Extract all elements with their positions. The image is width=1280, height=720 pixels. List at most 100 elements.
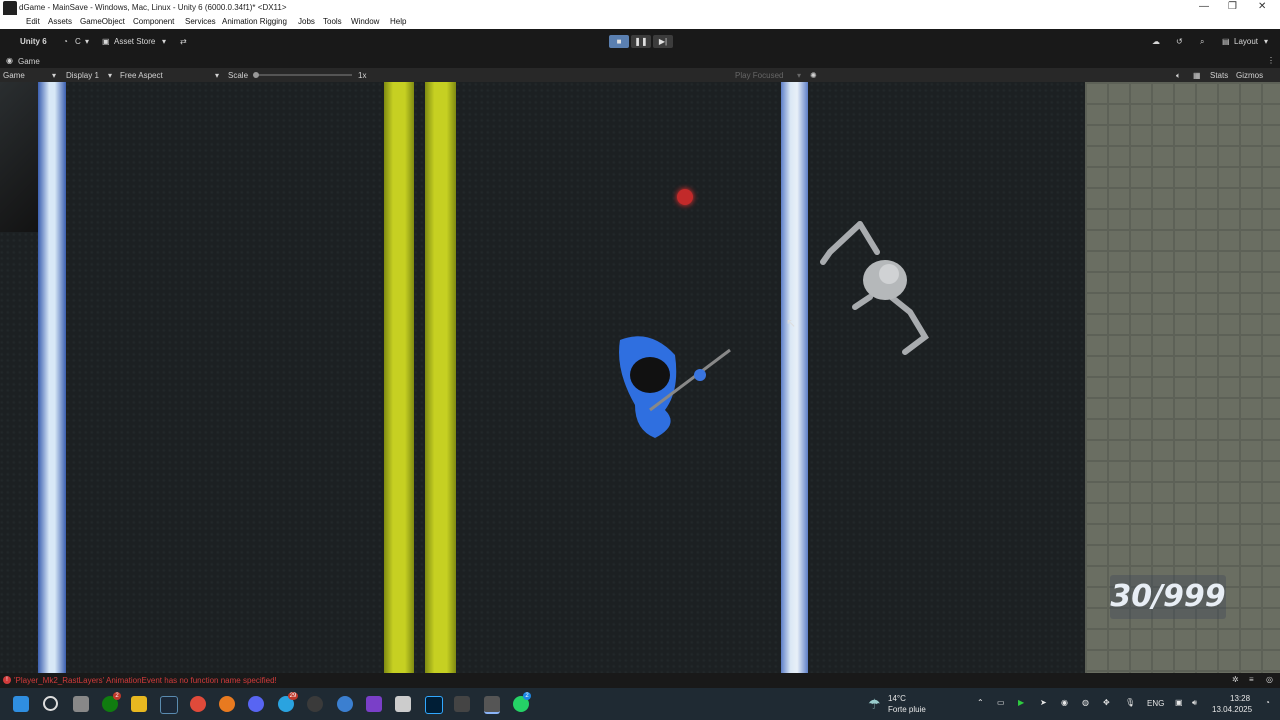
microphone-icon[interactable]: 🎙︎ [1125, 698, 1135, 707]
close-icon[interactable]: ✕ [1258, 1, 1266, 12]
account-dropdown[interactable]: C [75, 37, 81, 46]
weather-desc[interactable]: Forte pluie [888, 705, 926, 714]
menu-help[interactable]: Help [390, 17, 406, 26]
tray-play-icon[interactable]: ▶ [1018, 698, 1024, 707]
ammo-counter: 30/999 [1110, 575, 1226, 619]
speaker-icon[interactable]: 🔈︎ [1176, 71, 1181, 81]
windows-start-icon[interactable] [13, 696, 29, 712]
step-button[interactable]: ▶| [653, 35, 673, 48]
tray-steam-icon[interactable]: ◍ [1082, 698, 1089, 707]
game-view-toolbar: Game ▾ Display 1 ▾ Free Aspect ▾ Scale 1… [0, 68, 1280, 82]
account-icon[interactable]: ◔ [63, 37, 68, 46]
chevron-up-icon[interactable]: ⌃ [977, 698, 984, 707]
tray-app-icon[interactable]: ▭ [997, 698, 1005, 707]
menu-assets[interactable]: Assets [48, 17, 72, 26]
volume-icon[interactable]: 🔊︎ [1192, 698, 1197, 708]
visual-studio-icon[interactable] [366, 696, 382, 712]
mouse-cursor-icon: ↖ [786, 316, 797, 330]
lane-line-yellow-2 [425, 82, 456, 673]
aspect-dropdown[interactable]: Free Aspect [120, 71, 163, 80]
debug-icon[interactable]: ✲ [1232, 675, 1239, 684]
tray-app-icon[interactable]: ✥ [1103, 698, 1110, 707]
stats-icon: ▦ [1193, 71, 1201, 80]
restore-icon[interactable]: ❐ [1228, 1, 1237, 12]
play-button[interactable]: ■ [609, 35, 629, 48]
notifications-icon[interactable]: ◔ [1265, 698, 1270, 707]
game-tab-strip: ◉ Game ⋮ [0, 54, 1280, 68]
chevron-down-icon: ▾ [215, 71, 220, 80]
main-toolbar: Unity 6 ◔ C ▾ ▣ Asset Store ▾ ⇄ ■ ❚❚ ▶| … [0, 29, 1280, 54]
menu-animation-rigging[interactable]: Animation Rigging [222, 17, 287, 26]
asset-store-button[interactable]: Asset Store [114, 37, 155, 46]
chevron-down-icon: ▾ [162, 37, 167, 46]
discord-icon[interactable] [248, 696, 264, 712]
red-marker [677, 189, 693, 205]
search-icon[interactable]: ⌕ [1200, 37, 1204, 47]
layout-dropdown[interactable]: Layout [1234, 37, 1258, 46]
clock-date[interactable]: 13.04.2025 [1212, 705, 1252, 714]
steam-icon[interactable] [160, 696, 178, 714]
chevron-down-icon: ▾ [85, 37, 90, 46]
app-icon[interactable] [307, 696, 323, 712]
globe-icon[interactable] [337, 696, 353, 712]
history-icon[interactable]: ↺ [1176, 37, 1183, 46]
clock-time[interactable]: 13:28 [1230, 694, 1250, 703]
chevron-down-icon: ▾ [108, 71, 113, 80]
gizmos-button[interactable]: Gizmos [1236, 71, 1263, 80]
play-focus-dropdown[interactable]: Play Focused [735, 71, 783, 80]
scale-slider-handle[interactable] [253, 72, 259, 78]
display-dropdown[interactable]: Display 1 [66, 71, 99, 80]
console-message[interactable]: 'Player_Mk2_RastLayers' AnimationEvent h… [14, 676, 277, 685]
bug-icon[interactable]: ✺ [810, 71, 817, 80]
error-icon: ! [3, 676, 11, 684]
window-title: dGame - MainSave - Windows, Mac, Linux -… [19, 3, 287, 12]
search-icon[interactable] [43, 696, 58, 711]
more-options-icon[interactable]: ⋮ [1267, 56, 1275, 65]
tab-game[interactable]: Game [18, 57, 40, 66]
notification-badge: 2 [523, 692, 531, 700]
console-status-bar[interactable]: ! 'Player_Mk2_RastLayers' AnimationEvent… [0, 673, 1280, 688]
menu-services[interactable]: Services [185, 17, 216, 26]
scale-label: Scale [228, 71, 249, 80]
tray-chrome-icon[interactable]: ◉ [1061, 698, 1068, 707]
language-indicator[interactable]: ENG [1147, 699, 1164, 708]
task-view-icon[interactable] [73, 696, 89, 712]
scale-value: 1x [358, 71, 367, 80]
unity-hub-icon[interactable] [454, 696, 470, 712]
version-control-icon[interactable]: ⇄ [180, 37, 187, 46]
windows-taskbar: 2 29 2 ☂ 14°C Forte pluie ⌃ ▭ ▶ ➤ ◉ ◍ ✥ … [0, 688, 1280, 720]
menu-gameobject[interactable]: GameObject [80, 17, 125, 26]
chevron-down-icon: ▾ [797, 71, 802, 80]
terminal-icon[interactable] [395, 696, 411, 712]
cloud-icon[interactable]: ☁ [1152, 37, 1160, 46]
game-tab-icon: ◉ [6, 56, 13, 65]
notification-badge: 2 [113, 692, 121, 700]
menu-component[interactable]: Component [133, 17, 174, 26]
progress-icon[interactable]: ◎ [1266, 675, 1273, 684]
menu-edit[interactable]: Edit [26, 17, 40, 26]
menu-tools[interactable]: Tools [323, 17, 342, 26]
menu-jobs[interactable]: Jobs [298, 17, 315, 26]
photoshop-icon[interactable] [425, 696, 443, 714]
weather-icon[interactable]: ☂ [868, 696, 881, 713]
pause-button[interactable]: ❚❚ [631, 35, 651, 48]
player-character [619, 336, 731, 438]
chevron-down-icon: ▾ [52, 71, 57, 80]
weather-temp[interactable]: 14°C [888, 694, 906, 703]
lane-line-yellow-1 [384, 82, 414, 673]
unity-editor-icon[interactable] [484, 696, 500, 714]
unity-version-label[interactable]: Unity 6 [20, 37, 47, 46]
game-view[interactable]: ↖ 30/999 [0, 82, 1280, 673]
file-explorer-icon[interactable] [131, 696, 147, 712]
stats-button[interactable]: Stats [1210, 71, 1228, 80]
console-icon[interactable]: ≡ [1249, 675, 1254, 684]
chrome-icon[interactable] [190, 696, 206, 712]
layout-icon: ▤ [1222, 37, 1230, 46]
game-mode-dropdown[interactable]: Game [3, 71, 25, 80]
scale-slider-track[interactable] [257, 74, 352, 76]
network-icon[interactable]: ▣ [1175, 698, 1183, 707]
menu-window[interactable]: Window [351, 17, 379, 26]
firefox-icon[interactable] [219, 696, 235, 712]
minimize-icon[interactable]: — [1199, 1, 1209, 12]
tray-send-icon[interactable]: ➤ [1040, 698, 1047, 707]
